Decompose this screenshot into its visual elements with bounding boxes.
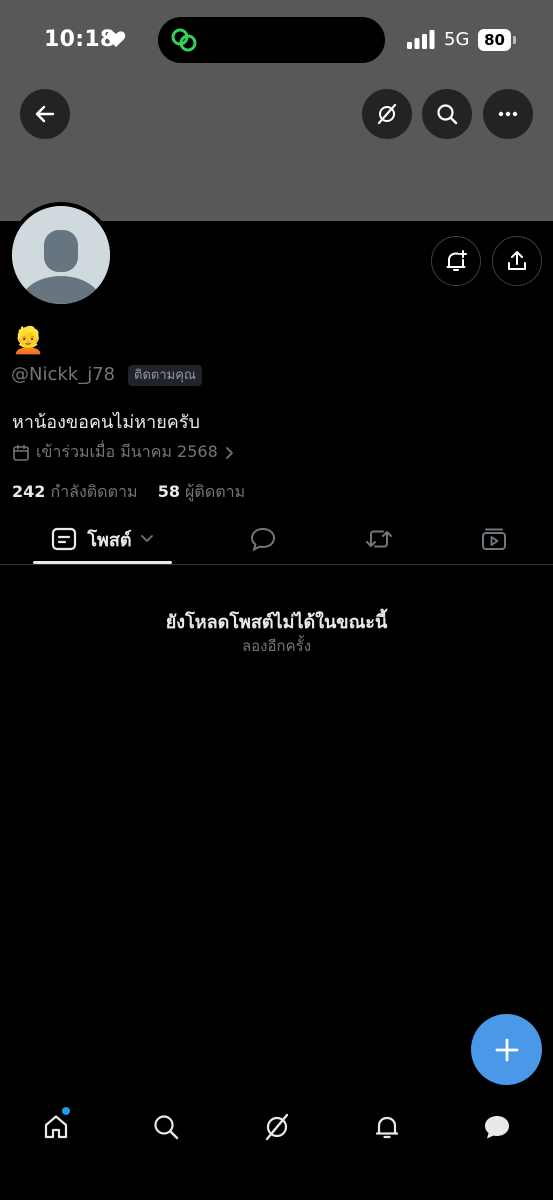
empty-state-title: ยังโหลดโพสต์ไม่ได้ในขณะนี้ — [165, 612, 388, 633]
tab-posts-label: โพสต์ — [87, 529, 132, 551]
status-time: 10:18 — [44, 27, 116, 52]
profile-avatar[interactable] — [8, 202, 114, 308]
follows-you-badge: ติดตามคุณ — [128, 365, 202, 386]
grok-icon — [377, 103, 397, 125]
arrow-left-icon — [35, 105, 55, 123]
followers-stat[interactable]: 58 ผู้ติดตาม — [158, 482, 245, 501]
battery-indicator: 80 — [478, 29, 511, 51]
cellular-signal-icon — [407, 30, 435, 49]
repost-icon — [366, 530, 392, 548]
following-stat[interactable]: 242 กำลังติดตาม — [12, 482, 138, 501]
home-notification-dot — [62, 1107, 70, 1115]
more-options-button[interactable] — [483, 89, 533, 139]
grok-button[interactable] — [362, 89, 412, 139]
compose-post-button[interactable] — [471, 1014, 542, 1085]
bell-icon — [375, 1116, 399, 1139]
nav-search[interactable] — [146, 1107, 186, 1147]
followers-label: ผู้ติดตาม — [185, 482, 246, 501]
person-silhouette-icon — [12, 206, 110, 304]
nav-grok[interactable] — [257, 1107, 297, 1147]
bottom-navigation — [0, 1095, 553, 1165]
notifications-subscribe-button[interactable] — [431, 236, 481, 286]
video-media-icon — [482, 528, 506, 550]
profile-tabs: โพสต์ — [0, 513, 553, 565]
follow-stats: 242 กำลังติดตาม 58 ผู้ติดตาม — [12, 480, 245, 505]
posts-icon — [52, 527, 77, 551]
back-button[interactable] — [20, 89, 70, 139]
link-chain-icon — [171, 28, 197, 52]
default-avatar-silhouette — [12, 206, 110, 304]
retry-link[interactable]: ลองอีกครั้ง — [0, 634, 553, 658]
tab-replies[interactable] — [243, 513, 283, 565]
share-upload-icon — [508, 251, 526, 270]
network-type: 5G — [444, 29, 470, 50]
share-button[interactable] — [492, 236, 542, 286]
nav-messages[interactable] — [477, 1107, 517, 1147]
chat-bubble-icon — [485, 1116, 509, 1139]
nav-notifications[interactable] — [367, 1107, 407, 1147]
bell-plus-icon — [446, 250, 467, 271]
joined-date-text: เข้าร่วมเมื่อ มีนาคม 2568 — [36, 442, 218, 461]
grok-icon — [265, 1113, 289, 1141]
display-name: 👱 — [12, 326, 45, 356]
plus-icon — [495, 1038, 518, 1061]
search-button[interactable] — [422, 89, 472, 139]
search-icon — [154, 1115, 179, 1140]
heart-icon — [106, 31, 126, 47]
active-tab-indicator — [33, 561, 172, 564]
calendar-icon — [13, 444, 29, 461]
followers-count: 58 — [157, 482, 180, 501]
status-bar: 10:18 5G 80 — [0, 0, 553, 80]
nav-home[interactable] — [36, 1107, 76, 1147]
chevron-right-icon — [225, 446, 233, 459]
following-count: 242 — [12, 482, 46, 501]
following-label: กำลังติดตาม — [50, 482, 138, 501]
battery-tip — [513, 36, 516, 44]
user-handle: @Nickk_j78 — [11, 364, 116, 385]
joined-date-row[interactable]: เข้าร่วมเมื่อ มีนาคม 2568 — [12, 440, 236, 465]
search-icon — [437, 104, 458, 125]
tab-posts[interactable]: โพสต์ — [33, 513, 172, 565]
chevron-down-icon — [140, 535, 153, 542]
dynamic-island — [158, 17, 385, 63]
profile-bio: หาน้องขอคนไม่หายครับ — [12, 412, 200, 433]
home-icon — [44, 1115, 68, 1139]
more-horizontal-icon — [498, 111, 518, 117]
tab-media[interactable] — [474, 513, 514, 565]
reply-bubble-icon — [250, 527, 276, 552]
tab-reposts[interactable] — [359, 513, 399, 565]
